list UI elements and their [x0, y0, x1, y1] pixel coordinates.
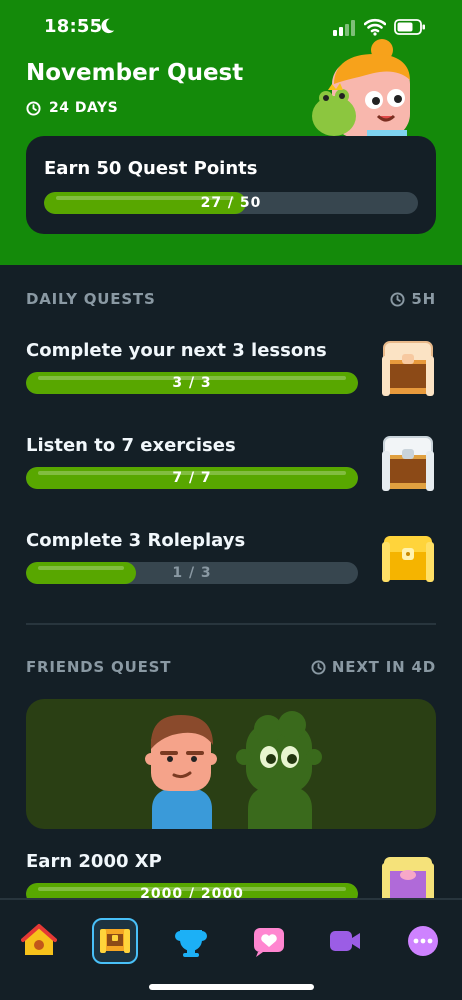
- days-label: 24 DAYS: [49, 100, 119, 116]
- bronze-chest-icon: [382, 341, 434, 396]
- gold-chest-icon: [382, 536, 434, 582]
- quest-progress-text: 1 / 3: [172, 565, 212, 581]
- leagues-icon: [175, 930, 207, 957]
- daily-timer-label: 5H: [411, 290, 436, 308]
- tab-video[interactable]: [322, 918, 368, 964]
- quest-name: Listen to 7 exercises: [26, 435, 236, 456]
- daily-quests-header: DAILY QUESTS 5H: [26, 290, 436, 308]
- video-icon: [330, 931, 360, 951]
- home-icon: [21, 924, 57, 955]
- daily-quests-title: DAILY QUESTS: [26, 290, 156, 308]
- clock-icon: [390, 291, 405, 307]
- quest-progress-bar: 7 / 7: [26, 467, 358, 489]
- clock-icon: [26, 100, 41, 116]
- more-icon: [408, 926, 438, 956]
- quest-progress-bar: 1 / 3: [26, 562, 358, 584]
- mascot-illustration: [312, 39, 410, 138]
- status-time: 18:55: [44, 16, 103, 37]
- friends-quest-title: FRIENDS QUEST: [26, 658, 172, 676]
- quest-name: Earn 2000 XP: [26, 851, 162, 872]
- monthly-quest-label: Earn 50 Quest Points: [44, 158, 258, 179]
- battery-icon: [394, 19, 425, 35]
- quest-row[interactable]: Complete 3 Roleplays 1 / 3: [26, 530, 436, 600]
- moon-icon: [101, 18, 115, 34]
- tab-health[interactable]: [246, 918, 292, 964]
- monthly-progress-text: 27 / 50: [200, 195, 262, 211]
- days-remaining: 24 DAYS: [26, 100, 118, 116]
- silver-chest-icon: [382, 436, 434, 491]
- page-title: November Quest: [26, 60, 244, 86]
- tab-home[interactable]: [16, 918, 62, 964]
- friends-illustration: [145, 711, 322, 829]
- friends-quest-header: FRIENDS QUEST NEXT IN 4D: [26, 658, 436, 676]
- wifi-icon: [364, 18, 386, 36]
- quest-name: Complete your next 3 lessons: [26, 340, 327, 361]
- friends-next-label: NEXT IN 4D: [331, 658, 436, 676]
- section-divider: [26, 623, 436, 625]
- daily-timer: 5H: [390, 290, 436, 308]
- health-icon: [254, 928, 284, 957]
- friends-next-timer: NEXT IN 4D: [311, 658, 436, 676]
- quest-row[interactable]: Listen to 7 exercises 7 / 7: [26, 435, 436, 505]
- clock-icon: [311, 659, 326, 675]
- signal-icon: [333, 20, 355, 36]
- friends-quest-card[interactable]: [26, 699, 436, 829]
- quest-name: Complete 3 Roleplays: [26, 530, 246, 551]
- tab-quests[interactable]: [92, 918, 138, 964]
- quest-progress-text: 3 / 3: [172, 375, 212, 391]
- tab-more[interactable]: [400, 918, 446, 964]
- quests-icon: [100, 929, 130, 953]
- quest-progress-bar: 3 / 3: [26, 372, 358, 394]
- tab-leagues[interactable]: [168, 918, 214, 964]
- monthly-quest-card[interactable]: Earn 50 Quest Points 27 / 50: [26, 136, 436, 234]
- quest-row[interactable]: Complete your next 3 lessons 3 / 3: [26, 340, 436, 410]
- home-indicator[interactable]: [149, 984, 314, 990]
- quest-progress-text: 7 / 7: [172, 470, 212, 486]
- monthly-progress-bar: 27 / 50: [44, 192, 418, 214]
- quest-hero: 18:55 November Quest 24 DAYS Earn 50 Que…: [0, 0, 462, 265]
